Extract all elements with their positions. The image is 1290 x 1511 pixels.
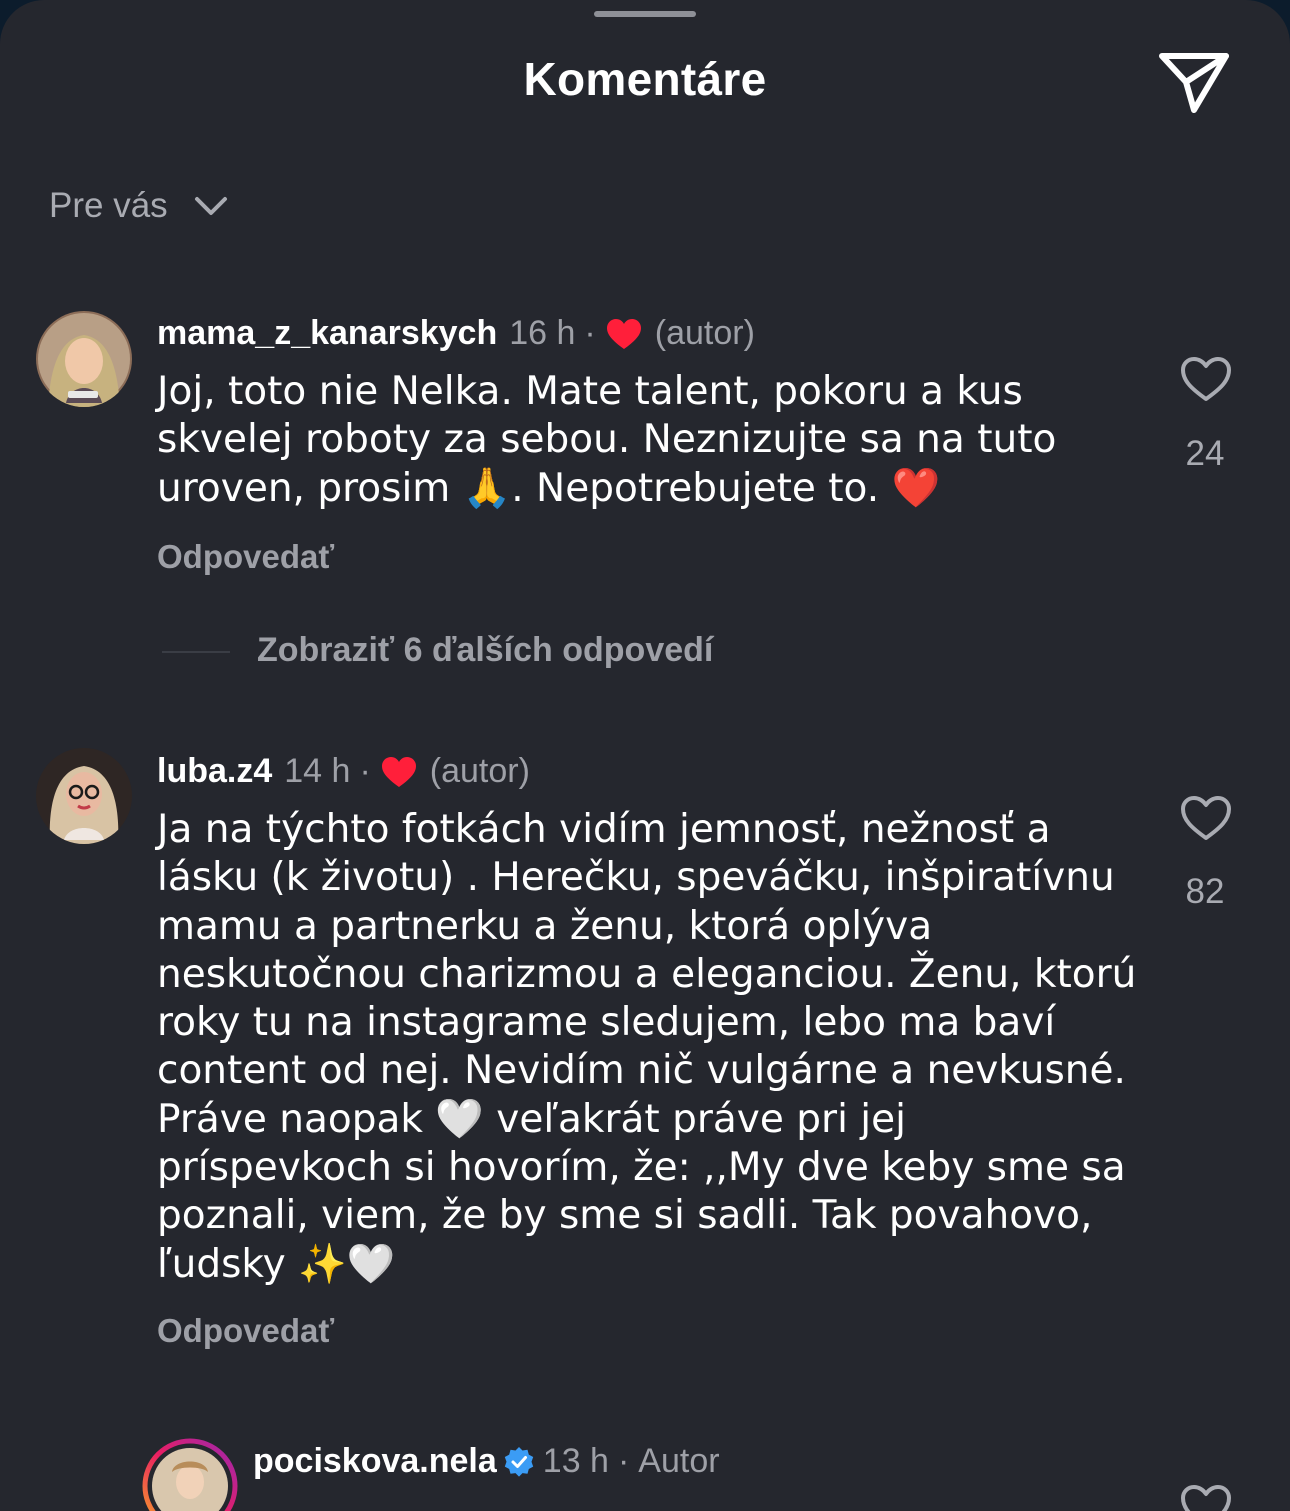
like-count: 24 xyxy=(1185,434,1225,473)
like-count: 82 xyxy=(1185,872,1225,911)
reply-button[interactable]: Odpovedať xyxy=(157,538,334,576)
reply-time: 13 h xyxy=(542,1442,609,1480)
author-liked-heart-icon xyxy=(381,756,416,787)
separator-dot: · xyxy=(584,314,596,352)
author-liked-heart-icon xyxy=(606,318,641,349)
avatar[interactable] xyxy=(36,311,132,407)
comment-time: 16 h xyxy=(509,314,576,352)
like-heart-icon[interactable] xyxy=(1180,795,1232,841)
author-liked-label: (autor) xyxy=(654,314,755,352)
chevron-down-icon xyxy=(194,197,227,215)
view-replies-button[interactable]: Zobraziť 6 ďalších odpovedí xyxy=(257,631,713,670)
sort-filter-dropdown[interactable]: Pre vás xyxy=(49,186,228,226)
comments-sheet: Komentáre Pre vás mama_z_kanarskych 16 h… xyxy=(0,0,1290,1511)
comment-username[interactable]: mama_z_kanarskych xyxy=(157,314,497,353)
replies-divider xyxy=(162,651,230,653)
drag-handle[interactable] xyxy=(594,11,696,17)
like-heart-icon[interactable] xyxy=(1180,1484,1232,1511)
verified-badge-icon xyxy=(504,1446,533,1477)
comment-time: 14 h xyxy=(284,752,351,790)
reply-button[interactable]: Odpovedať xyxy=(157,1312,334,1350)
avatar-story-ring[interactable] xyxy=(142,1438,238,1511)
sheet-title: Komentáre xyxy=(523,53,767,105)
separator-dot: · xyxy=(359,752,371,790)
like-heart-icon[interactable] xyxy=(1180,356,1232,402)
reply-username[interactable]: pociskova.nela xyxy=(253,1442,497,1481)
reply-header: pociskova.nela 13 h · Autor xyxy=(253,1442,720,1481)
sort-filter-label: Pre vás xyxy=(49,186,168,225)
avatar[interactable] xyxy=(36,748,132,844)
comment-text: Ja na týchto fotkách vidím jemnosť, nežn… xyxy=(157,807,1137,1287)
separator-dot: · xyxy=(617,1442,630,1480)
paper-plane-icon[interactable] xyxy=(1156,48,1232,116)
comment-header: mama_z_kanarskych 16 h · (autor) xyxy=(157,314,755,353)
author-label: Autor xyxy=(638,1442,720,1480)
comment-username[interactable]: luba.z4 xyxy=(157,752,272,791)
comment-text: Joj, toto nie Nelka. Mate talent, pokoru… xyxy=(157,369,1057,511)
author-liked-label: (autor) xyxy=(429,752,530,790)
comment-header: luba.z4 14 h · (autor) xyxy=(157,752,530,791)
